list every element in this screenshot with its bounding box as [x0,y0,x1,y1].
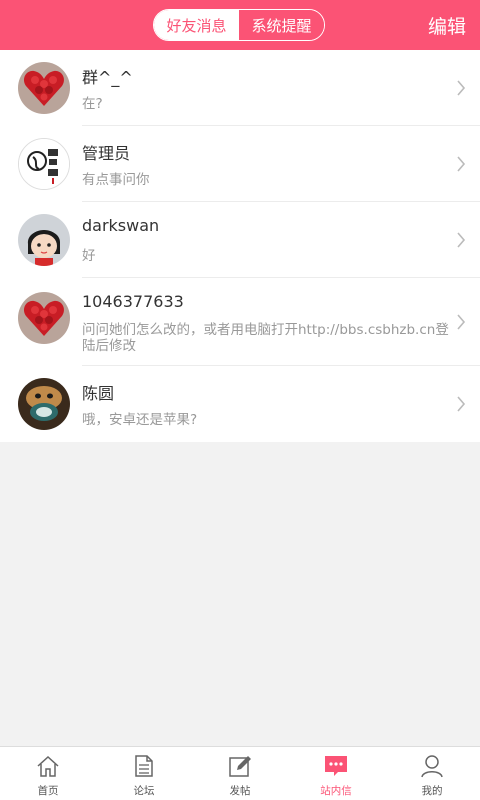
chevron-right-icon [457,156,466,172]
contact-name: 1046377633 [82,292,184,311]
tab-compose[interactable]: 发帖 [192,747,288,800]
avatar [18,378,70,430]
message-preview: 在? [82,96,103,112]
tab-label: 首页 [37,785,59,797]
tab-label: 站内信 [320,785,352,797]
message-preview: 好 [82,248,96,264]
message-row[interactable]: 群^_^ 在? [0,50,480,126]
contact-name: 群^_^ [82,68,133,87]
person-icon [421,755,443,778]
message-icon [325,756,347,776]
tab-me[interactable]: 我的 [384,747,480,800]
bottom-tab-bar: 首页 论坛 发帖 站内信 我的 [0,746,480,800]
tab-system-notifications[interactable]: 系统提醒 [239,10,324,40]
message-row[interactable]: 陈圆 哦，安卓还是苹果? [0,366,480,442]
contact-name: darkswan [82,216,160,235]
message-list: 群^_^ 在? 管理员 有点事问你 darkswan 好 1046377633 … [0,50,480,442]
compose-icon [229,756,251,777]
message-preview: 哦，安卓还是苹果? [82,412,198,428]
message-row[interactable]: 管理员 有点事问你 [0,126,480,202]
avatar [18,292,70,344]
message-preview: 问问她们怎么改的，或者用电脑打开http://bbs.csbhzb.cn登陆后修… [82,322,449,354]
message-row[interactable]: 1046377633 问问她们怎么改的，或者用电脑打开http://bbs.cs… [0,278,480,366]
tab-label: 我的 [421,785,443,797]
contact-name: 陈圆 [82,384,115,403]
contact-name: 管理员 [82,144,131,163]
tab-messages[interactable]: 站内信 [288,747,384,800]
chevron-right-icon [457,396,466,412]
message-row[interactable]: darkswan 好 [0,202,480,278]
tab-label: 论坛 [133,785,155,797]
tab-home[interactable]: 首页 [0,747,96,800]
chevron-right-icon [457,314,466,330]
tab-forum[interactable]: 论坛 [96,747,192,800]
edit-button[interactable]: 编辑 [428,12,466,39]
chevron-right-icon [457,232,466,248]
top-bar: 好友消息 系统提醒 编辑 [0,0,480,50]
tab-friend-messages[interactable]: 好友消息 [154,10,239,40]
chevron-right-icon [457,80,466,96]
avatar [18,214,70,266]
message-type-segmented-control: 好友消息 系统提醒 [153,9,325,41]
message-preview: 有点事问你 [82,172,150,188]
avatar [18,62,70,114]
tab-label: 发帖 [229,785,251,797]
home-icon [37,755,59,777]
document-icon [135,755,153,777]
avatar [18,138,70,190]
